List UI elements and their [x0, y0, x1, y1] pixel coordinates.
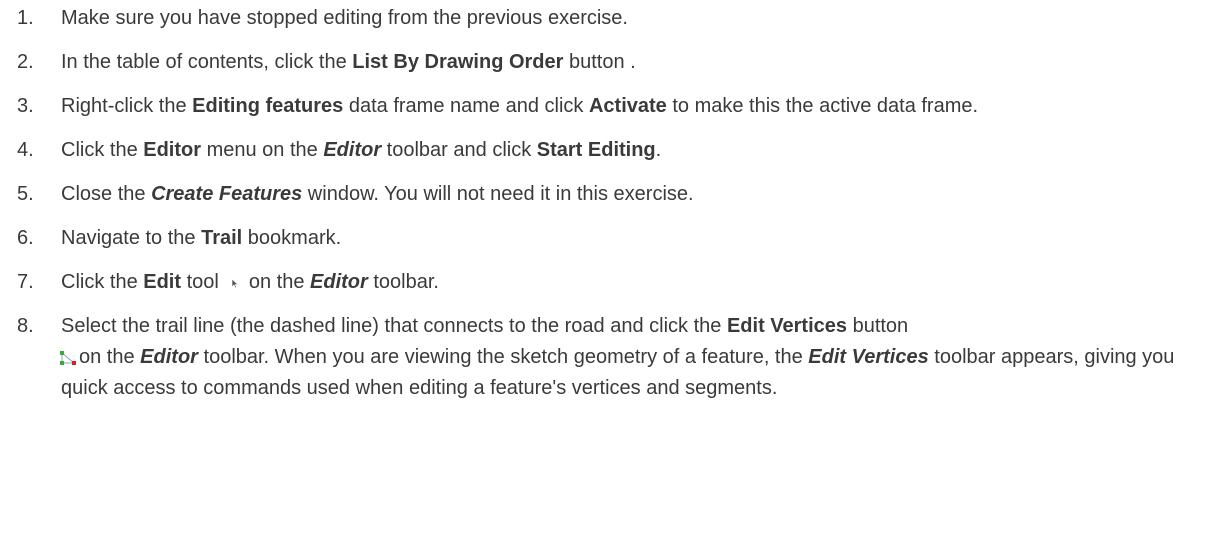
ui-term-start-editing: Start Editing [536, 139, 656, 161]
instruction-steps: 1. Make sure you have stopped editing fr… [0, 3, 1210, 404]
step-text: toolbar and click [381, 139, 537, 161]
step-text: Click the [61, 139, 144, 161]
ui-term-edit: Edit [143, 271, 182, 293]
step-number: 4. [17, 139, 34, 161]
edit-tool-cursor-icon [227, 269, 243, 289]
step-text: button [847, 315, 909, 337]
step-text: Make sure you have stopped editing from … [61, 7, 628, 29]
ui-term-list-by-drawing-order: List By Drawing Order [352, 51, 564, 73]
step-2: 2. In the table of contents, click the L… [0, 47, 1210, 78]
step-5: 5. Close the Create Features window. You… [0, 179, 1210, 210]
step-text: . [655, 139, 662, 161]
step-text: In the table of contents, click the [61, 51, 353, 73]
step-text: Close the [61, 183, 152, 205]
step-text: on the [79, 346, 141, 368]
step-number: 6. [17, 227, 34, 249]
edit-vertices-icon [59, 345, 77, 365]
step-number: 7. [17, 271, 34, 293]
step-text: on the [248, 271, 311, 293]
step-4: 4. Click the Editor menu on the Editor t… [0, 135, 1210, 166]
step-text: toolbar. When you are viewing the sketch… [197, 346, 809, 368]
step-6: 6. Navigate to the Trail bookmark. [0, 223, 1210, 254]
step-text: button . [563, 51, 636, 73]
step-3: 3. Right-click the Editing features data… [0, 91, 1210, 122]
ui-term-editor-menu: Editor [143, 139, 202, 161]
ui-term-edit-vertices-toolbar: Edit Vertices [808, 346, 929, 368]
ui-term-editor-toolbar: Editor [310, 271, 368, 293]
step-8: 8. Select the trail line (the dashed lin… [0, 311, 1210, 404]
step-number: 5. [17, 183, 34, 205]
ui-term-editor-toolbar: Editor [323, 139, 382, 161]
step-text: Select the trail line (the dashed line) … [61, 315, 727, 337]
step-number: 2. [17, 51, 34, 73]
ui-term-editing-features: Editing features [192, 95, 344, 117]
ui-term-edit-vertices: Edit Vertices [726, 315, 848, 337]
step-text: data frame name and click [343, 95, 589, 117]
step-text: window. You will not need it in this exe… [302, 183, 694, 205]
step-text: tool [181, 271, 219, 293]
step-text: Navigate to the [61, 227, 202, 249]
step-text: Click the [61, 271, 144, 293]
ui-term-trail: Trail [201, 227, 243, 249]
ui-term-create-features: Create Features [151, 183, 303, 205]
step-text: toolbar. [367, 271, 439, 293]
step-text: bookmark. [242, 227, 342, 249]
step-number: 8. [17, 315, 34, 337]
step-1: 1. Make sure you have stopped editing fr… [0, 3, 1210, 34]
step-number: 3. [17, 95, 34, 117]
step-text: to make this the active data frame. [666, 95, 979, 117]
step-text: menu on the [201, 139, 324, 161]
ui-term-activate: Activate [588, 95, 667, 117]
step-text: Right-click the [61, 95, 193, 117]
step-number: 1. [17, 7, 34, 29]
step-7: 7. Click the Edit tool on the Editor tool… [0, 267, 1210, 298]
ui-term-editor-toolbar: Editor [140, 346, 198, 368]
